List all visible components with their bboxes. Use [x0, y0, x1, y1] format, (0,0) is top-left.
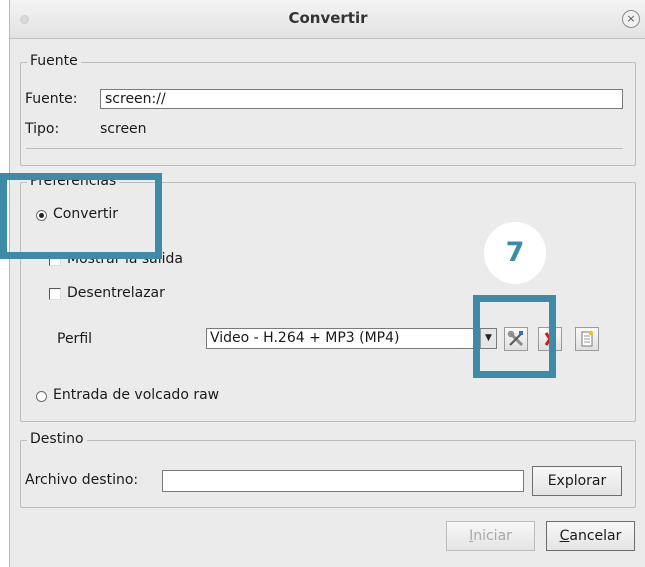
raw-dump-label[interactable]: Entrada de volcado raw — [53, 387, 219, 403]
source-label: Fuente: — [25, 91, 78, 107]
source-separator — [26, 148, 623, 149]
edit-profile-highlight-box — [473, 295, 556, 378]
deinterlace-label[interactable]: Desentrelazar — [67, 285, 165, 301]
profile-select-value: Video - H.264 + MP3 (MP4) — [210, 330, 400, 346]
type-value: screen — [100, 121, 147, 137]
profile-label: Perfil — [57, 331, 93, 347]
source-group-label: Fuente — [27, 53, 81, 69]
cancel-mnemonic: C — [559, 528, 570, 544]
cancel-button[interactable]: Cancelar — [546, 521, 635, 551]
browse-button[interactable]: Explorar — [532, 466, 622, 496]
new-document-icon — [581, 330, 594, 347]
step-number-badge: 7 — [484, 222, 546, 284]
source-group: Fuente — [20, 53, 636, 166]
profile-select[interactable]: Video - H.264 + MP3 (MP4) ▼ — [206, 328, 497, 349]
convert-dialog: Convertir × Fuente Fuente: screen:// Tip… — [9, 0, 645, 567]
window-title: Convertir — [288, 9, 368, 27]
convert-highlight-box — [0, 173, 162, 259]
destination-file-input[interactable] — [162, 470, 524, 492]
start-label-rest: niciar — [473, 528, 512, 544]
type-label: Tipo: — [25, 121, 60, 137]
close-button[interactable]: × — [622, 10, 640, 28]
start-button[interactable]: Iniciar — [446, 521, 535, 551]
source-input[interactable]: screen:// — [100, 89, 623, 109]
destination-file-label: Archivo destino: — [25, 472, 139, 488]
raw-dump-radio[interactable] — [36, 391, 47, 402]
deinterlace-checkbox[interactable] — [49, 288, 61, 300]
title-bar[interactable]: Convertir × — [10, 0, 645, 39]
destination-group-label: Destino — [27, 431, 87, 447]
cancel-label-rest: ancelar — [569, 528, 622, 544]
new-profile-button[interactable] — [575, 327, 599, 351]
